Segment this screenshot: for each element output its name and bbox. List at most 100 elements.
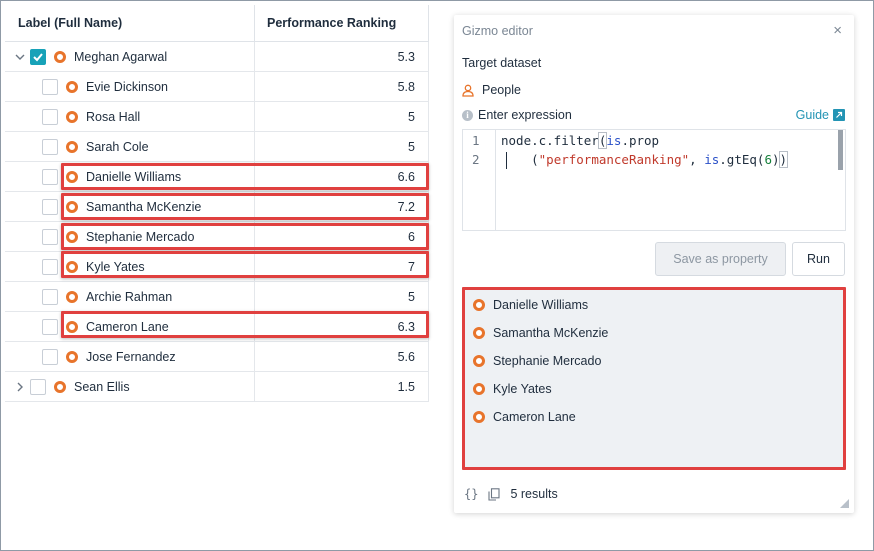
table-row[interactable]: Archie Rahman 5 bbox=[5, 282, 429, 312]
row-checkbox[interactable] bbox=[30, 379, 46, 395]
row-checkbox[interactable] bbox=[42, 79, 58, 95]
node-icon bbox=[66, 321, 78, 333]
table-row[interactable]: Kyle Yates 7 bbox=[5, 252, 429, 282]
row-name: Archie Rahman bbox=[86, 290, 173, 304]
target-dataset[interactable]: People bbox=[462, 83, 521, 97]
rank-cell: 5 bbox=[255, 102, 429, 131]
label-cell: Cameron Lane bbox=[5, 312, 255, 341]
table-row[interactable]: Meghan Agarwal 5.3 bbox=[5, 42, 429, 72]
chevron-down-icon[interactable] bbox=[13, 50, 27, 64]
result-item[interactable]: Kyle Yates bbox=[473, 382, 552, 396]
rank-cell: 7 bbox=[255, 252, 429, 281]
label-cell: Jose Fernandez bbox=[5, 342, 255, 371]
row-name: Sarah Cole bbox=[86, 140, 149, 154]
row-checkbox[interactable] bbox=[42, 229, 58, 245]
panel-title: Gizmo editor bbox=[462, 24, 533, 38]
row-name: Kyle Yates bbox=[86, 260, 145, 274]
rank-cell: 5.3 bbox=[255, 42, 429, 71]
editor-scrollbar[interactable] bbox=[838, 130, 843, 170]
table-row[interactable]: Evie Dickinson 5.8 bbox=[5, 72, 429, 102]
result-item[interactable]: Danielle Williams bbox=[473, 298, 588, 312]
code-braces-icon[interactable]: {} bbox=[464, 487, 478, 501]
table-row[interactable]: Cameron Lane 6.3 bbox=[5, 312, 429, 342]
result-item[interactable]: Samantha McKenzie bbox=[473, 326, 608, 340]
line-number-gutter: 1 2 bbox=[463, 130, 496, 230]
table-row[interactable]: Stephanie Mercado 6 bbox=[5, 222, 429, 252]
node-icon bbox=[54, 51, 66, 63]
expression-label: Enter expression bbox=[478, 108, 572, 122]
row-checkbox[interactable] bbox=[42, 259, 58, 275]
code-token: .gtEq( bbox=[719, 152, 765, 167]
result-name: Cameron Lane bbox=[493, 410, 576, 424]
row-checkbox[interactable] bbox=[42, 139, 58, 155]
chevron-right-icon[interactable] bbox=[13, 380, 27, 394]
row-name: Meghan Agarwal bbox=[74, 50, 168, 64]
table-row[interactable]: Sean Ellis 1.5 bbox=[5, 372, 429, 402]
row-checkbox[interactable] bbox=[42, 319, 58, 335]
close-icon[interactable]: × bbox=[833, 22, 842, 39]
label-cell: Kyle Yates bbox=[5, 252, 255, 281]
label-cell: Sean Ellis bbox=[5, 372, 255, 401]
save-as-property-button[interactable]: Save as property bbox=[655, 242, 786, 276]
table-row[interactable]: Sarah Cole 5 bbox=[5, 132, 429, 162]
label-cell: Sarah Cole bbox=[5, 132, 255, 161]
rank-cell: 6 bbox=[255, 222, 429, 251]
resize-handle-icon[interactable] bbox=[840, 499, 849, 508]
expression-editor[interactable]: 1 2 node.c.filter(is.prop ("performanceR… bbox=[462, 129, 846, 231]
row-name: Samantha McKenzie bbox=[86, 200, 202, 214]
table-row[interactable]: Danielle Williams 6.6 bbox=[5, 162, 429, 192]
row-checkbox[interactable] bbox=[30, 49, 46, 65]
copy-icon[interactable] bbox=[488, 487, 501, 501]
row-name: Danielle Williams bbox=[86, 170, 182, 184]
person-icon bbox=[462, 84, 474, 97]
code-token: ) bbox=[771, 152, 780, 167]
row-checkbox[interactable] bbox=[42, 349, 58, 365]
result-name: Danielle Williams bbox=[493, 298, 589, 312]
table-header: Label (Full Name) Performance Ranking bbox=[5, 5, 429, 42]
row-checkbox[interactable] bbox=[42, 109, 58, 125]
rank-cell: 5 bbox=[255, 282, 429, 311]
code-token: is bbox=[704, 152, 720, 167]
row-checkbox[interactable] bbox=[42, 289, 58, 305]
results-count: 5 results bbox=[510, 487, 558, 501]
result-item[interactable]: Stephanie Mercado bbox=[473, 354, 601, 368]
line-number: 1 bbox=[472, 133, 480, 148]
node-icon bbox=[66, 141, 78, 153]
row-name: Stephanie Mercado bbox=[86, 230, 195, 244]
guide-link[interactable]: Guide bbox=[796, 108, 845, 122]
external-link-icon bbox=[833, 109, 845, 121]
code-token: is bbox=[606, 133, 622, 148]
rank-cell: 5.6 bbox=[255, 342, 429, 371]
table-row[interactable]: Rosa Hall 5 bbox=[5, 102, 429, 132]
node-icon bbox=[66, 81, 78, 93]
row-name: Cameron Lane bbox=[86, 320, 169, 334]
label-cell: Rosa Hall bbox=[5, 102, 255, 131]
row-checkbox[interactable] bbox=[42, 199, 58, 215]
label-cell: Meghan Agarwal bbox=[5, 42, 255, 71]
rank-cell: 7.2 bbox=[255, 192, 429, 221]
code-token: .prop bbox=[621, 133, 660, 148]
label-cell: Archie Rahman bbox=[5, 282, 255, 311]
text-cursor bbox=[506, 152, 507, 169]
result-item[interactable]: Cameron Lane bbox=[473, 410, 576, 424]
column-header-performance-ranking[interactable]: Performance Ranking bbox=[255, 5, 429, 41]
node-icon bbox=[66, 351, 78, 363]
row-name: Rosa Hall bbox=[86, 110, 141, 124]
info-icon[interactable]: i bbox=[462, 109, 473, 121]
row-name: Evie Dickinson bbox=[86, 80, 168, 94]
run-button[interactable]: Run bbox=[792, 242, 845, 276]
code-line: ("performanceRanking", is.gtEq(6)) bbox=[501, 151, 788, 168]
label-cell: Danielle Williams bbox=[5, 162, 255, 191]
row-name: Jose Fernandez bbox=[86, 350, 176, 364]
rank-cell: 6.3 bbox=[255, 312, 429, 341]
table-row[interactable]: Samantha McKenzie 7.2 bbox=[5, 192, 429, 222]
label-cell: Samantha McKenzie bbox=[5, 192, 255, 221]
code-line: node.c.filter(is.prop bbox=[501, 132, 660, 149]
rank-cell: 1.5 bbox=[255, 372, 429, 401]
row-checkbox[interactable] bbox=[42, 169, 58, 185]
rank-cell: 6.6 bbox=[255, 162, 429, 191]
node-icon bbox=[66, 171, 78, 183]
table-row[interactable]: Jose Fernandez 5.6 bbox=[5, 342, 429, 372]
column-header-label[interactable]: Label (Full Name) bbox=[5, 5, 255, 41]
row-name: Sean Ellis bbox=[74, 380, 130, 394]
